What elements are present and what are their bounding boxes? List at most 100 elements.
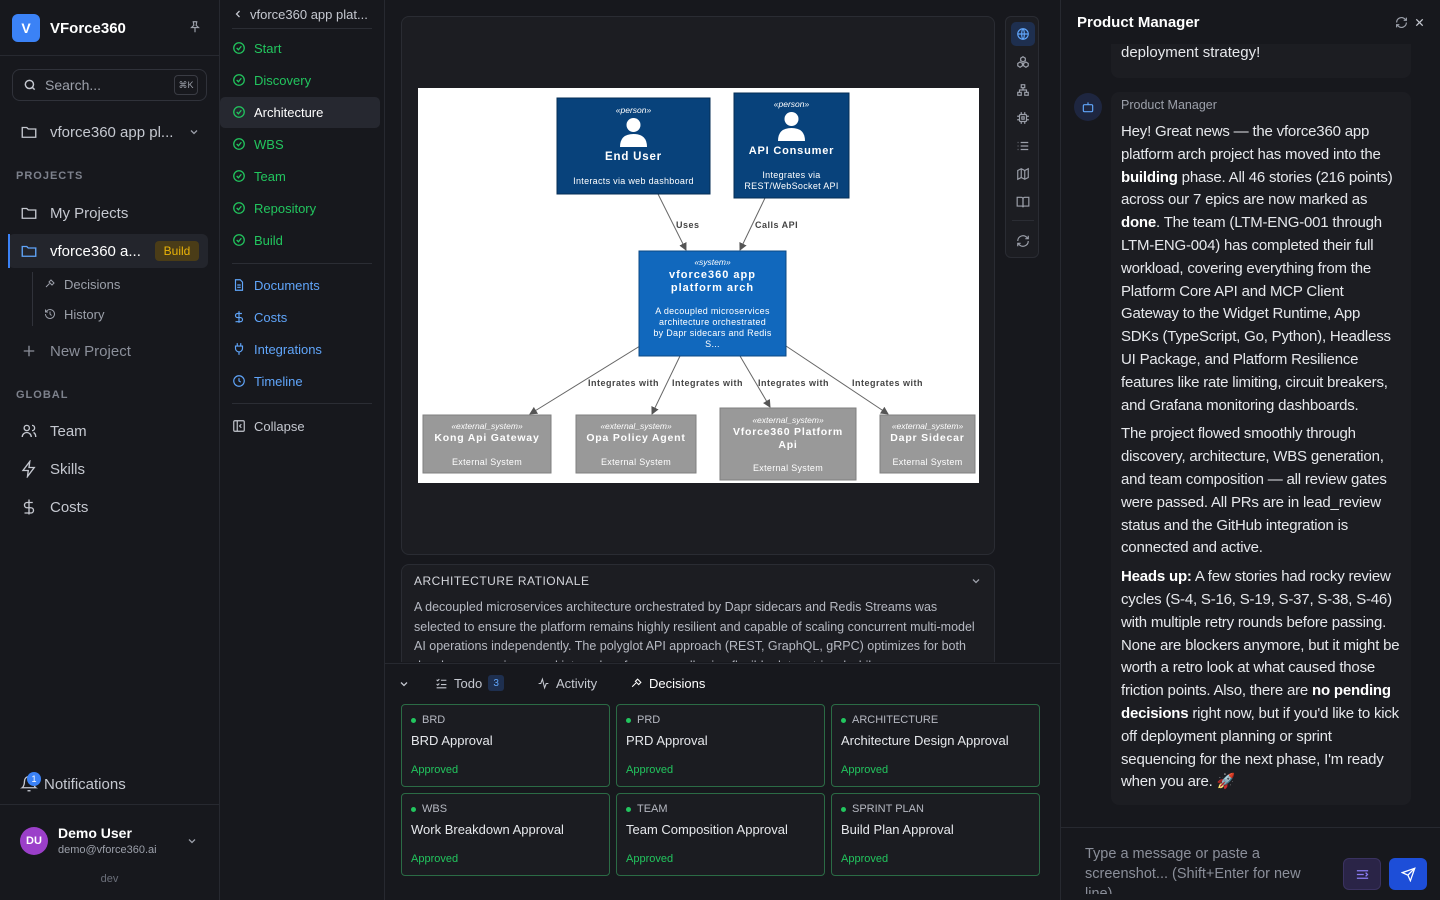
document-icon — [234, 279, 244, 291]
status-dot — [411, 806, 416, 812]
chat-header: Product Manager — [1061, 0, 1440, 44]
tab-activity[interactable]: Activity — [537, 673, 597, 693]
avatar: DU — [20, 827, 48, 855]
tab-todo[interactable]: Todo 3 — [435, 673, 505, 693]
diagram-toolbar — [1005, 16, 1039, 258]
list-view-button[interactable] — [1011, 134, 1035, 158]
search-placeholder: Search... — [45, 77, 102, 93]
brand[interactable]: V VForce360 — [12, 14, 208, 42]
sidebar-item-label: Team — [50, 422, 87, 440]
decision-tag: WBS — [411, 803, 447, 815]
chat-message-input[interactable]: Type a message or paste a screenshot... … — [1073, 838, 1333, 894]
decision-title: Architecture Design Approval — [841, 733, 1009, 748]
back-to-project-link[interactable]: vforce360 app plat... — [232, 4, 382, 24]
status-dot — [411, 717, 416, 723]
node-description: Interacts via web dashboard — [573, 176, 694, 186]
component-view-button[interactable] — [1011, 106, 1035, 130]
global-heading: GLOBAL — [16, 389, 69, 401]
c4-context-diagram[interactable]: Uses Calls API Integrates with Integrate… — [418, 88, 979, 483]
decision-card[interactable]: WBS Work Breakdown Approval Approved — [401, 793, 610, 876]
phase-repository[interactable]: Repository — [232, 196, 380, 220]
sidebar-subitem-decisions[interactable]: Decisions — [44, 272, 120, 296]
status-badge: Build — [155, 241, 199, 261]
book-icon — [1016, 196, 1030, 208]
plug-icon — [234, 343, 244, 355]
check-circle-icon — [233, 202, 245, 214]
decision-card[interactable]: TEAM Team Composition Approval Approved — [616, 793, 825, 876]
decision-status: Approved — [626, 853, 674, 865]
attach-context-button[interactable] — [1343, 858, 1381, 890]
refresh-icon[interactable] — [1395, 16, 1408, 29]
refresh-diagram-button[interactable] — [1011, 229, 1035, 253]
node-description: by Dapr sidecars and Redis — [653, 328, 772, 338]
phase-label: Repository — [254, 200, 317, 216]
sidebar-item-team[interactable]: Team — [12, 414, 208, 448]
phase-discovery[interactable]: Discovery — [232, 68, 380, 92]
left-sidebar: V VForce360 Search... ⌘K vforce360 app p… — [0, 0, 220, 900]
decision-tag-label: BRD — [422, 714, 446, 726]
divider — [232, 263, 372, 264]
decision-card[interactable]: PRD PRD Approval Approved — [616, 704, 825, 787]
chevron-down-icon[interactable] — [398, 678, 410, 690]
phase-label: Discovery — [254, 72, 312, 88]
list-indent-icon — [1356, 869, 1368, 879]
folder-icon — [21, 126, 37, 138]
send-button[interactable] — [1389, 858, 1427, 890]
globe-view-button[interactable] — [1011, 22, 1035, 46]
new-project-button[interactable]: New Project — [12, 334, 208, 368]
chat-title: Product Manager — [1077, 14, 1200, 31]
search-input[interactable]: Search... ⌘K — [12, 69, 207, 101]
tab-decisions[interactable]: Decisions — [630, 673, 705, 693]
divider — [232, 28, 372, 29]
decision-tag-label: ARCHITECTURE — [852, 714, 939, 726]
link-costs[interactable]: Costs — [232, 305, 380, 329]
sidebar-subitem-history[interactable]: History — [44, 302, 104, 326]
sidebar-subitem-label: History — [64, 306, 105, 322]
link-label: Documents — [254, 277, 320, 293]
phase-architecture[interactable]: Architecture — [232, 100, 380, 124]
link-label: Timeline — [254, 373, 303, 389]
check-circle-icon — [233, 106, 245, 118]
sidebar-item-costs[interactable]: Costs — [12, 490, 208, 524]
sidebar-item-skills[interactable]: Skills — [12, 452, 208, 486]
user-email: demo@vforce360.ai — [58, 844, 157, 856]
map-view-button[interactable] — [1011, 162, 1035, 186]
pin-icon[interactable] — [188, 20, 202, 34]
phase-build[interactable]: Build — [232, 228, 380, 252]
hierarchy-view-button[interactable] — [1011, 78, 1035, 102]
book-view-button[interactable] — [1011, 190, 1035, 214]
project-selector[interactable]: vforce360 app pl... — [12, 115, 208, 149]
phase-team[interactable]: Team — [232, 164, 380, 188]
phase-label: Build — [254, 232, 283, 248]
user-menu[interactable]: DU Demo User demo@vforce360.ai — [20, 825, 210, 859]
activity-icon — [538, 676, 549, 690]
decision-card[interactable]: BRD BRD Approval Approved — [401, 704, 610, 787]
link-documents[interactable]: Documents — [232, 273, 380, 297]
link-integrations[interactable]: Integrations — [232, 337, 380, 361]
phase-start[interactable]: Start — [232, 36, 380, 60]
status-dot — [626, 806, 631, 812]
sidebar-item-my-projects[interactable]: My Projects — [12, 196, 208, 230]
phase-wbs[interactable]: WBS — [232, 132, 380, 156]
chevron-left-icon — [235, 10, 240, 18]
person-icon — [784, 112, 799, 126]
chevron-down-icon[interactable] — [970, 575, 982, 587]
message-bold: done — [1121, 214, 1157, 232]
link-timeline[interactable]: Timeline — [232, 369, 380, 393]
message-text: Hey! Great news — the vforce360 app plat… — [1121, 123, 1381, 163]
tab-label: Activity — [556, 675, 598, 691]
edge-label-uses: Uses — [676, 220, 700, 230]
phase-nav: vforce360 app plat... Start Discovery Ar… — [220, 0, 385, 900]
node-kong-api-gateway: «external_system» Kong Api Gateway Exter… — [422, 414, 552, 474]
close-icon[interactable] — [1414, 17, 1425, 28]
decision-tag: ARCHITECTURE — [841, 714, 938, 726]
node-name: Opa Policy Agent — [586, 432, 685, 444]
dollar-icon — [23, 499, 35, 515]
bot-icon — [1074, 93, 1102, 121]
collapse-button[interactable]: Collapse — [232, 414, 380, 438]
phase-label: Architecture — [254, 104, 324, 120]
decision-card[interactable]: SPRINT PLAN Build Plan Approval Approved — [831, 793, 1040, 876]
decision-card[interactable]: ARCHITECTURE Architecture Design Approva… — [831, 704, 1040, 787]
decision-status: Approved — [411, 853, 459, 865]
containers-view-button[interactable] — [1011, 50, 1035, 74]
